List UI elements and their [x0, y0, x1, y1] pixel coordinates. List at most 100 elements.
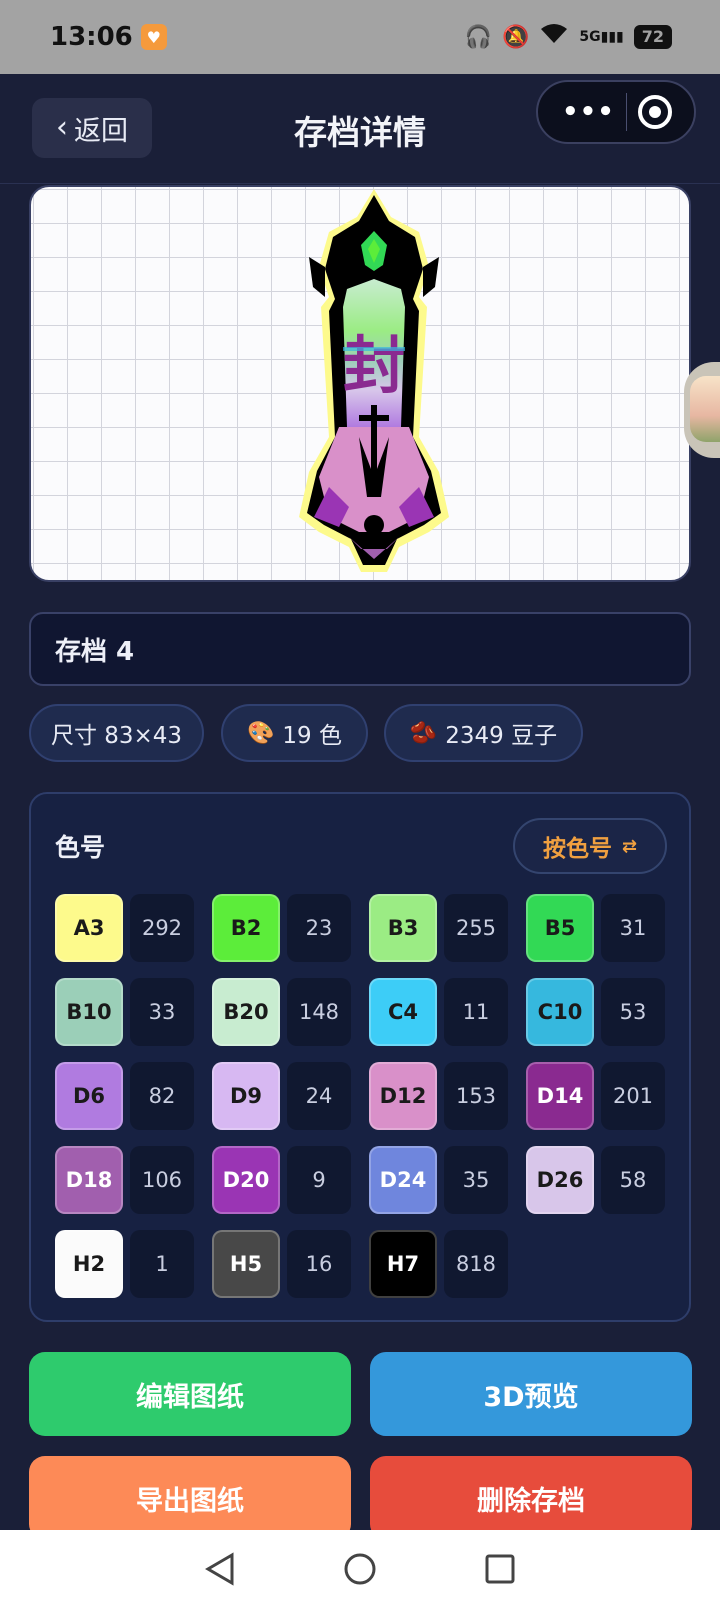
- palette-entry[interactable]: D24 35: [369, 1146, 512, 1214]
- color-swatch: D12: [369, 1062, 437, 1130]
- nav-bar: ‹ 返回 存档详情 •••: [0, 74, 720, 184]
- color-swatch: D6: [55, 1062, 123, 1130]
- signal-icon: 5G▮▮▮: [579, 29, 624, 45]
- palette-entry[interactable]: D18 106: [55, 1146, 198, 1214]
- palette-entry[interactable]: C10 53: [526, 978, 669, 1046]
- color-palette-panel: 色号 按色号 ⇄ A3 292 B2 23 B3 255 B5 31 B10 33 B20 148 C4…: [29, 792, 691, 1322]
- palette-entry[interactable]: D26 58: [526, 1146, 669, 1214]
- color-swatch: B10: [55, 978, 123, 1046]
- 3d-preview-button[interactable]: 3D预览: [370, 1352, 692, 1436]
- color-swatch: D20: [212, 1146, 280, 1214]
- color-count: 31: [601, 894, 665, 962]
- color-swatch: D18: [55, 1146, 123, 1214]
- beads-chip: 🫘 2349 豆子: [384, 704, 583, 762]
- size-label: 尺寸 83×43: [50, 723, 183, 749]
- palette-entry[interactable]: D6 82: [55, 1062, 198, 1130]
- colors-count: 19 色: [282, 723, 342, 749]
- floating-side-widget[interactable]: [684, 362, 720, 458]
- wifi-icon: [539, 23, 569, 51]
- color-swatch: D9: [212, 1062, 280, 1130]
- palette-entry[interactable]: D20 9: [212, 1146, 355, 1214]
- color-count: 818: [444, 1230, 508, 1298]
- color-swatch: H7: [369, 1230, 437, 1298]
- palette-entry[interactable]: C4 11: [369, 978, 512, 1046]
- app-notification-icon: ♥: [140, 24, 167, 50]
- battery-indicator: 72: [633, 25, 672, 49]
- close-miniprogram-icon[interactable]: [637, 95, 672, 129]
- beans-icon: 🫘: [409, 720, 438, 746]
- recents-square-icon[interactable]: [484, 1553, 516, 1585]
- color-swatch: B3: [369, 894, 437, 962]
- color-swatch: C10: [526, 978, 594, 1046]
- color-swatch: B5: [526, 894, 594, 962]
- more-icon[interactable]: •••: [562, 97, 615, 127]
- color-count: 201: [601, 1062, 665, 1130]
- color-count: 33: [130, 978, 194, 1046]
- headphones-icon: 🎧: [464, 24, 492, 50]
- palette-icon: 🎨: [247, 720, 275, 746]
- color-swatch: C4: [369, 978, 437, 1046]
- status-bar: 13:06 ♥ 🎧 🔕 5G▮▮▮ 72: [0, 0, 720, 74]
- color-count: 24: [287, 1062, 351, 1130]
- palette-entry[interactable]: D14 201: [526, 1062, 669, 1130]
- palette-entry[interactable]: B20 148: [212, 978, 355, 1046]
- status-time: 13:06: [50, 22, 133, 52]
- size-chip: 尺寸 83×43: [29, 704, 204, 762]
- palette-entry[interactable]: B10 33: [55, 978, 198, 1046]
- edit-pattern-button[interactable]: 编辑图纸: [29, 1352, 351, 1436]
- palette-entry[interactable]: B3 255: [369, 894, 512, 962]
- color-swatch: H5: [212, 1230, 280, 1298]
- palette-title: 色号: [55, 833, 106, 862]
- color-swatch: D26: [526, 1146, 594, 1214]
- mute-icon: 🔕: [501, 24, 530, 50]
- palette-entry[interactable]: D12 153: [369, 1062, 512, 1130]
- save-name-field[interactable]: 存档 4: [29, 612, 691, 686]
- colors-chip: 🎨 19 色: [221, 704, 368, 762]
- color-count: 1: [130, 1230, 194, 1298]
- palette-entry[interactable]: A3 292: [55, 894, 198, 962]
- home-circle-icon[interactable]: [343, 1552, 377, 1586]
- export-pattern-button[interactable]: 导出图纸: [29, 1456, 351, 1540]
- palette-entry[interactable]: B2 23: [212, 894, 355, 962]
- palette-entry[interactable]: D9 24: [212, 1062, 355, 1130]
- palette-entry[interactable]: H2 1: [55, 1230, 198, 1298]
- save-name: 存档 4: [55, 636, 135, 667]
- color-swatch: B2: [212, 894, 280, 962]
- color-count: 255: [444, 894, 508, 962]
- color-count: 9: [287, 1146, 351, 1214]
- color-count: 292: [130, 894, 194, 962]
- color-count: 58: [601, 1146, 665, 1214]
- color-count: 23: [287, 894, 351, 962]
- color-count: 82: [130, 1062, 194, 1130]
- pixel-art-image: 封: [299, 189, 449, 572]
- palette-entry[interactable]: H5 16: [212, 1230, 355, 1298]
- palette-entry[interactable]: B5 31: [526, 894, 669, 962]
- color-swatch: D14: [526, 1062, 594, 1130]
- pattern-glyph: 封: [343, 329, 405, 402]
- palette-entry[interactable]: H7 818: [369, 1230, 512, 1298]
- color-count: 148: [287, 978, 351, 1046]
- color-swatch: H2: [55, 1230, 123, 1298]
- pattern-preview[interactable]: 封: [29, 185, 691, 582]
- swap-icon: ⇄: [621, 835, 638, 857]
- system-nav-bar: [0, 1530, 720, 1608]
- color-count: 153: [444, 1062, 508, 1130]
- color-swatch: A3: [55, 894, 123, 962]
- color-count: 35: [444, 1146, 508, 1214]
- sort-label: 按色号: [542, 836, 612, 862]
- color-count: 53: [601, 978, 665, 1046]
- color-swatch: B20: [212, 978, 280, 1046]
- color-count: 106: [130, 1146, 194, 1214]
- widget-thumbnail: [690, 376, 720, 442]
- color-swatch: D24: [369, 1146, 437, 1214]
- battery-level: 72: [641, 27, 664, 46]
- sort-by-code-button[interactable]: 按色号 ⇄: [513, 818, 667, 874]
- color-count: 16: [287, 1230, 351, 1298]
- miniprogram-capsule: •••: [536, 80, 696, 144]
- capsule-divider: [625, 93, 627, 131]
- delete-save-button[interactable]: 删除存档: [370, 1456, 692, 1540]
- beads-count: 2349 豆子: [445, 723, 558, 749]
- network-type: 5G: [579, 29, 601, 45]
- back-triangle-icon[interactable]: [204, 1552, 236, 1586]
- color-count: 11: [444, 978, 508, 1046]
